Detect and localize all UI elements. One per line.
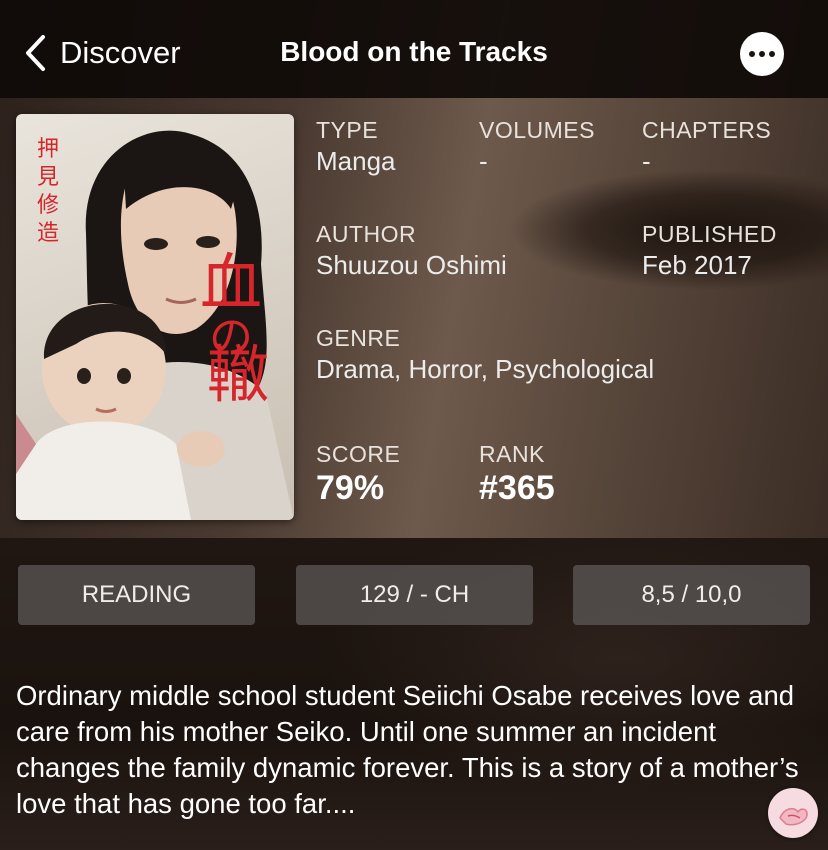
ellipsis-icon-dot [759,51,765,57]
published-label: PUBLISHED [642,221,777,247]
chapters-label: CHAPTERS [642,117,772,143]
back-label: Discover [60,35,181,70]
ellipsis-icon-dot [769,51,775,57]
score-label: SCORE [316,441,401,467]
synopsis-text: Ordinary middle school student Seiichi O… [16,680,799,819]
genre-value: Drama, Horror, Psychological [316,354,655,384]
rank-value: #365 [479,469,555,507]
score-value: 79% [316,469,385,507]
published-value: Feb 2017 [642,250,752,280]
genre-label: GENRE [316,325,401,351]
cover-author-char: 修 [37,193,59,218]
sakura-icon [779,807,808,826]
navigation-bar: Discover Blood on the Tracks [0,0,828,98]
type-value: Manga [316,146,396,176]
cover-title-char: 轍 [207,338,269,411]
cover-illustration: 押 見 修 造 血 の 轍 [16,130,294,520]
more-options-button[interactable] [740,32,784,76]
cover-image[interactable]: 押 見 修 造 血 の 轍 [16,114,294,520]
author-value[interactable]: Shuuzou Oshimi [316,250,507,281]
ellipsis-icon-dot [749,51,755,57]
author-label: AUTHOR [316,221,417,247]
rank-label: RANK [479,441,545,467]
back-button[interactable]: Discover [24,30,181,76]
volumes-label: VOLUMES [479,117,595,143]
cover-author-char: 押 [37,137,59,162]
chapter-progress-button[interactable]: 129 / - CH [296,565,533,625]
volumes-value: - [479,146,488,176]
cover-author-char: 見 [37,165,59,190]
floating-action-button[interactable] [768,788,818,838]
rating-button[interactable]: 8,5 / 10,0 [573,565,810,625]
cover-title-char: 血 [200,246,262,319]
reading-status-button[interactable]: READING [18,565,255,625]
type-label: TYPE [316,117,379,143]
chapters-value: - [642,146,651,176]
chevron-left-icon [26,35,45,71]
cover-author-char: 造 [37,221,59,246]
